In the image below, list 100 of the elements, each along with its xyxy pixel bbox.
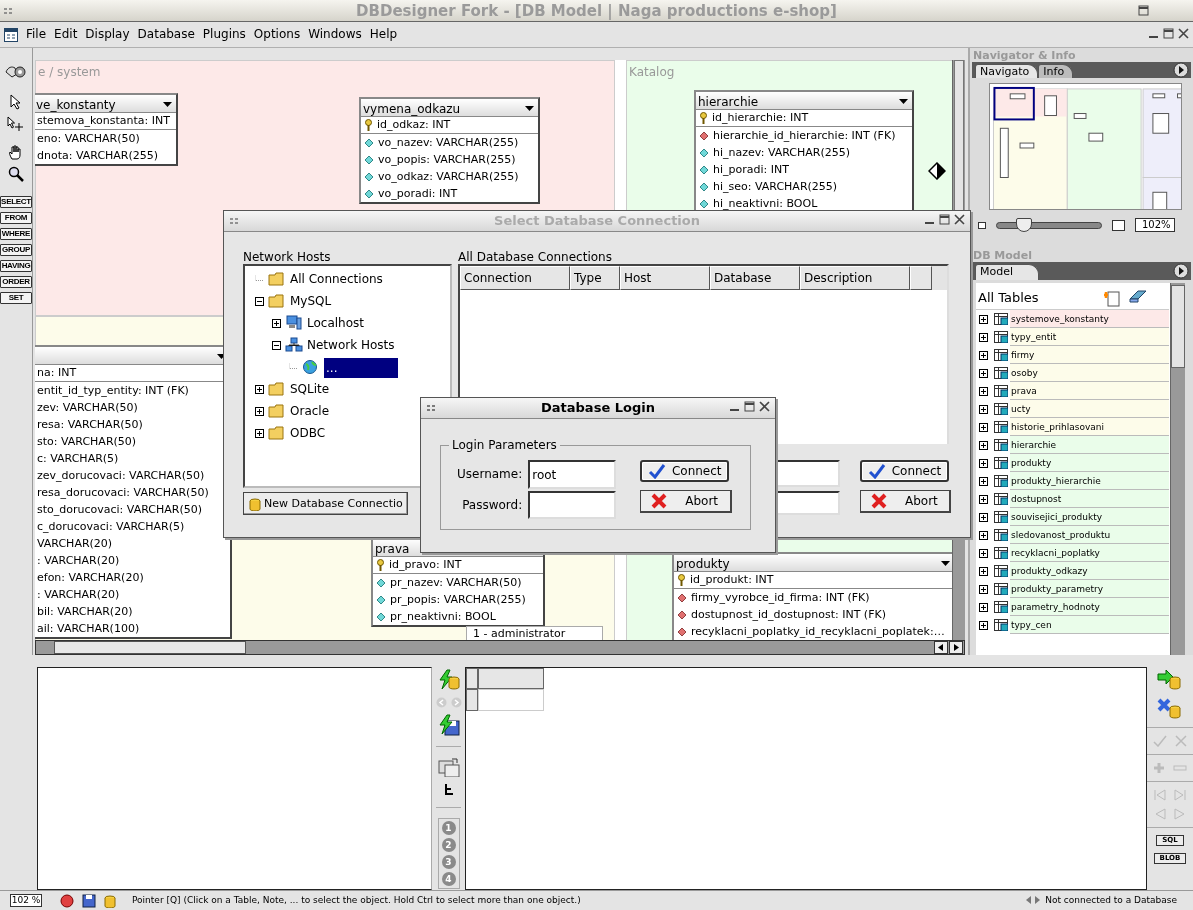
zoom-field[interactable]: 102 % bbox=[10, 894, 42, 907]
clause-button[interactable]: SET bbox=[0, 292, 32, 304]
column-header[interactable] bbox=[910, 266, 932, 291]
expand-icon[interactable] bbox=[979, 512, 988, 522]
zoom-slider[interactable] bbox=[996, 221, 1102, 229]
database-icon[interactable] bbox=[104, 893, 116, 908]
close-icon[interactable] bbox=[1178, 28, 1189, 39]
clause-button[interactable]: SELECT bbox=[0, 196, 32, 208]
new-connection-button[interactable]: New Database Connectio bbox=[243, 492, 408, 516]
tree-item[interactable]: Oracle bbox=[290, 404, 330, 419]
connect-button[interactable]: Connect bbox=[640, 460, 730, 482]
zoom-field[interactable]: 102% bbox=[1135, 218, 1175, 232]
close-icon[interactable] bbox=[954, 214, 966, 226]
expand-icon[interactable] bbox=[255, 428, 264, 438]
column-header[interactable]: Database bbox=[710, 266, 800, 291]
table-list-item[interactable]: typy_entit bbox=[1010, 328, 1169, 346]
scroll-right-icon[interactable] bbox=[949, 641, 963, 654]
table-list-item[interactable]: recyklacni_poplatky bbox=[1010, 544, 1169, 562]
collapse-icon[interactable] bbox=[255, 296, 264, 306]
abort-button[interactable]: Abort bbox=[860, 490, 951, 514]
table-list-item[interactable]: ucty bbox=[1010, 400, 1169, 418]
db-table[interactable]: vymena_odkazu id_odkaz: INT vo_nazev: VARCHAR(255) vo_popis: VARCHAR(255) vo_odkaz: VARCHAR(255) vo_poradi: INT bbox=[359, 97, 540, 204]
dropdown-icon[interactable] bbox=[941, 561, 950, 566]
execute-query-icon[interactable] bbox=[437, 669, 460, 691]
db-table[interactable]: ve_konstanty stemova_konstanta: INT eno: VARCHAR(50) dnota: VARCHAR(255) bbox=[35, 93, 178, 166]
remove-db-icon[interactable] bbox=[1157, 698, 1183, 720]
zoom-icon[interactable] bbox=[8, 166, 24, 182]
maximize-icon[interactable] bbox=[744, 401, 756, 413]
horizontal-scrollbar[interactable] bbox=[35, 640, 965, 655]
expand-icon[interactable] bbox=[979, 620, 988, 630]
clause-button[interactable]: WHERE bbox=[0, 228, 32, 240]
expand-icon[interactable] bbox=[255, 384, 264, 394]
db-table[interactable]: produkty id_produkt: INT firmy_vyrobce_id_firma: INT (FK) dostupnost_id_dostupnost: INT (FK) recyklacni_poplatky_id_recyklacni_poplatek:… bbox=[672, 552, 952, 640]
zoom-out-icon[interactable] bbox=[978, 221, 986, 229]
db-table[interactable] bbox=[35, 345, 232, 639]
expand-icon[interactable] bbox=[272, 318, 281, 328]
password-field[interactable] bbox=[528, 491, 617, 519]
zoom-in-icon[interactable] bbox=[1112, 219, 1125, 231]
check-icon[interactable] bbox=[1153, 735, 1167, 747]
table-list-item[interactable]: produkty bbox=[1010, 454, 1169, 472]
expand-icon[interactable] bbox=[979, 440, 988, 450]
clause-button[interactable]: ORDER bbox=[0, 276, 32, 288]
clause-button[interactable]: FROM bbox=[0, 212, 32, 224]
expand-icon[interactable] bbox=[979, 314, 988, 324]
menu-item[interactable]: Display bbox=[81, 27, 134, 42]
tree-item[interactable]: SQLite bbox=[290, 382, 330, 397]
expand-icon[interactable] bbox=[979, 368, 988, 378]
clause-button[interactable]: HAVING bbox=[0, 260, 32, 272]
column-header[interactable]: Host bbox=[620, 266, 710, 291]
tree-item[interactable]: ... bbox=[324, 358, 398, 379]
table-list-item[interactable]: produkty_odkazy bbox=[1010, 562, 1169, 580]
collapse-icon[interactable] bbox=[272, 340, 281, 350]
table-list-item[interactable]: typy_cen bbox=[1010, 616, 1169, 634]
expand-icon[interactable] bbox=[979, 584, 988, 594]
expand-icon[interactable] bbox=[979, 530, 988, 540]
table-list-item[interactable]: systemove_konstanty bbox=[1010, 310, 1169, 328]
table-list-item[interactable]: hierarchie bbox=[1010, 436, 1169, 454]
tree-item[interactable]: MySQL bbox=[290, 294, 332, 309]
table-list-item[interactable]: sledovanost_produktu bbox=[1010, 526, 1169, 544]
table-list-item[interactable]: parametry_hodnoty bbox=[1010, 598, 1169, 616]
tree-item[interactable]: Network Hosts bbox=[307, 338, 395, 353]
play-icon[interactable] bbox=[1173, 62, 1189, 78]
expand-icon[interactable] bbox=[979, 350, 988, 360]
minimap-drawing[interactable] bbox=[989, 83, 1182, 210]
menu-item[interactable]: Help bbox=[365, 27, 402, 42]
expand-icon[interactable] bbox=[979, 566, 988, 576]
apply-db-icon[interactable] bbox=[1157, 669, 1183, 691]
stop-icon[interactable] bbox=[60, 893, 74, 908]
abort-button[interactable]: Abort bbox=[640, 490, 733, 513]
table-list-item[interactable]: dostupnost bbox=[1010, 490, 1169, 508]
vertical-scrollbar[interactable] bbox=[1170, 283, 1185, 655]
username-field[interactable]: root bbox=[528, 460, 617, 489]
tree-item[interactable]: All Connections bbox=[290, 272, 383, 287]
hand-icon[interactable] bbox=[8, 144, 24, 160]
expand-icon[interactable] bbox=[979, 548, 988, 558]
menu-item[interactable]: Options bbox=[249, 27, 305, 42]
panel-tab[interactable]: Info bbox=[1038, 64, 1074, 78]
eraser-icon[interactable] bbox=[1129, 289, 1147, 303]
save-icon[interactable] bbox=[82, 893, 96, 908]
maximize-icon[interactable] bbox=[1163, 28, 1174, 39]
maximize-icon[interactable] bbox=[939, 214, 951, 226]
clause-button[interactable]: GROUP bbox=[0, 244, 32, 256]
windows-icon[interactable] bbox=[437, 757, 460, 777]
maximize-icon[interactable] bbox=[1138, 5, 1149, 16]
dropdown-icon[interactable] bbox=[899, 99, 908, 104]
menu-item[interactable]: Database bbox=[133, 27, 199, 42]
table-list-item[interactable]: produkty_hierarchie bbox=[1010, 472, 1169, 490]
menu-item[interactable]: Plugins bbox=[198, 27, 250, 42]
expand-icon[interactable] bbox=[255, 406, 264, 416]
column-header[interactable]: Connection bbox=[460, 266, 570, 291]
menu-item[interactable]: File bbox=[22, 27, 51, 42]
expand-icon[interactable] bbox=[979, 404, 988, 414]
scrollbar-thumb[interactable] bbox=[54, 641, 246, 654]
tree-item[interactable]: ODBC bbox=[290, 426, 326, 441]
expand-icon[interactable] bbox=[979, 476, 988, 486]
play-icon[interactable] bbox=[1173, 263, 1189, 279]
scroll-left-icon[interactable] bbox=[934, 641, 948, 654]
expand-icon[interactable] bbox=[979, 494, 988, 504]
connect-button[interactable]: Connect bbox=[860, 460, 949, 483]
table-list-item[interactable]: firmy bbox=[1010, 346, 1169, 364]
